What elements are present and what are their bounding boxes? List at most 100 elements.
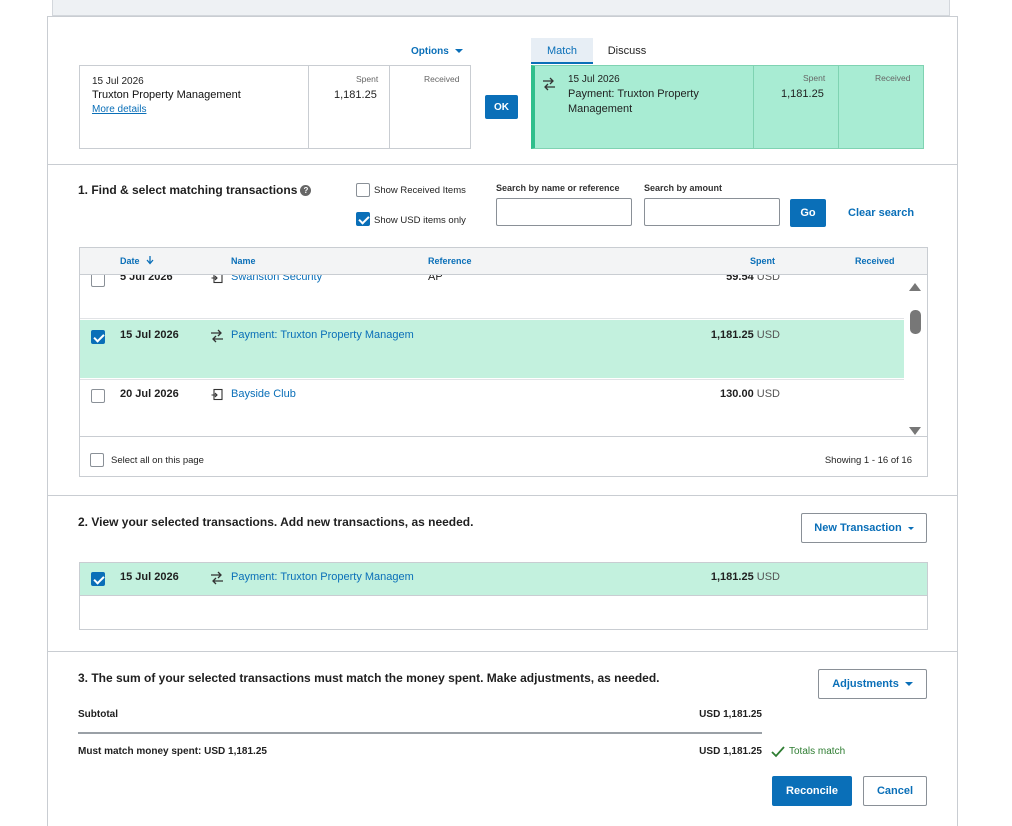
subtotal-value: USD 1,181.25 — [699, 709, 762, 720]
clear-search-link[interactable]: Clear search — [848, 207, 914, 219]
subtotal-rule — [78, 732, 762, 734]
matched-transaction-card: 15 Jul 2026 Payment: Truxton Property Ma… — [531, 65, 924, 149]
row-currency: USD — [756, 571, 780, 583]
row-name[interactable]: Swanston Security — [231, 275, 322, 283]
search-amount-input[interactable] — [644, 198, 780, 226]
row-reference: AP — [428, 275, 443, 283]
search-name-input[interactable] — [496, 198, 632, 226]
section3-title: 3. The sum of your selected transactions… — [78, 671, 660, 685]
section2-title: 2. View your selected transactions. Add … — [78, 515, 474, 529]
options-dropdown[interactable]: Options — [411, 46, 463, 57]
table-row[interactable]: 5 Jul 2026 Swanston Security AP 59.54 US… — [80, 275, 904, 319]
row-date: 15 Jul 2026 — [120, 571, 179, 583]
col-date[interactable]: Date — [120, 256, 154, 266]
top-bar — [52, 0, 950, 16]
spent-value: 1,181.25 — [334, 89, 377, 101]
select-all-label: Select all on this page — [111, 455, 204, 466]
subtotal-label: Subtotal — [78, 709, 118, 720]
pagination-showing: Showing 1 - 16 of 16 — [824, 455, 912, 466]
row-date: 20 Jul 2026 — [120, 388, 179, 400]
show-usd-label: Show USD items only — [374, 215, 466, 226]
checkmark-icon — [771, 746, 785, 758]
section-divider — [48, 495, 957, 496]
table-row-selected[interactable]: 15 Jul 2026 Payment: Truxton Property Ma… — [80, 320, 904, 378]
row-spent: 1,181.25 USD — [680, 571, 780, 583]
row-spent-value: 1,181.25 — [710, 571, 754, 583]
show-usd-checkbox[interactable] — [356, 212, 370, 226]
spend-money-icon — [211, 388, 223, 401]
col-name[interactable]: Name — [231, 256, 256, 266]
scroll-up-icon[interactable] — [908, 282, 922, 292]
tab-match-label: Match — [547, 45, 577, 57]
matched-date: 15 Jul 2026 — [568, 74, 620, 85]
scroll-down-icon[interactable] — [908, 426, 922, 436]
selected-transactions-table: 15 Jul 2026 Payment: Truxton Property Ma… — [79, 562, 928, 630]
statement-payee: Truxton Property Management — [92, 89, 241, 101]
must-match-value: USD 1,181.25 — [699, 746, 762, 757]
row-spent-value: 130.00 — [720, 388, 754, 400]
chevron-down-icon — [904, 682, 913, 686]
reconcile-button[interactable]: Reconcile — [772, 776, 852, 806]
row-currency: USD — [756, 275, 780, 283]
row-checkbox[interactable] — [91, 330, 105, 344]
matched-spent-label: Spent — [803, 73, 826, 83]
col-date-label: Date — [120, 256, 140, 266]
scroll-thumb[interactable] — [910, 310, 921, 334]
spend-money-icon — [211, 275, 223, 284]
transfer-icon — [211, 571, 223, 585]
search-name-label: Search by name or reference — [496, 183, 620, 193]
totals-match-status: Totals match — [789, 746, 846, 757]
table-row[interactable]: 20 Jul 2026 Bayside Club 130.00 USD — [80, 379, 904, 436]
divider — [753, 66, 754, 148]
new-transaction-label: New Transaction — [814, 522, 902, 534]
row-date: 15 Jul 2026 — [120, 329, 179, 341]
row-spent: 130.00 USD — [680, 388, 780, 400]
scrollbar[interactable] — [904, 275, 927, 436]
show-received-label: Show Received Items — [374, 185, 466, 196]
spent-label: Spent — [356, 74, 379, 84]
adjustments-button[interactable]: Adjustments — [818, 669, 927, 699]
adjustments-label: Adjustments — [832, 678, 899, 690]
statement-line-card: 15 Jul 2026 Truxton Property Management … — [79, 65, 471, 149]
tab-discuss-label: Discuss — [607, 45, 647, 57]
row-name[interactable]: Payment: Truxton Property Managem — [231, 571, 421, 583]
col-spent[interactable]: Spent — [750, 256, 775, 266]
sort-down-icon — [146, 256, 154, 265]
transactions-table: Date Name Reference Spent Received 5 Jul… — [79, 247, 928, 477]
matched-spent-value: 1,181.25 — [781, 88, 824, 100]
col-received[interactable]: Received — [855, 256, 895, 266]
reconcile-panel: Options 15 Jul 2026 Truxton Property Man… — [47, 16, 958, 826]
row-checkbox[interactable] — [91, 275, 105, 287]
show-received-checkbox[interactable] — [356, 183, 370, 197]
divider — [389, 66, 390, 148]
table-body: 5 Jul 2026 Swanston Security AP 59.54 US… — [80, 275, 927, 437]
row-currency: USD — [756, 388, 780, 400]
must-match-label: Must match money spent: USD 1,181.25 — [78, 746, 267, 757]
received-label: Received — [424, 74, 460, 84]
chevron-down-icon — [907, 526, 914, 530]
row-checkbox[interactable] — [91, 389, 105, 403]
divider — [308, 66, 309, 148]
tab-discuss[interactable]: Discuss — [596, 38, 658, 64]
matched-received-label: Received — [875, 73, 911, 83]
selected-row[interactable]: 15 Jul 2026 Payment: Truxton Property Ma… — [80, 563, 927, 596]
row-spent-value: 59.54 — [726, 275, 754, 283]
matched-title-line2: Management — [568, 103, 633, 115]
search-amount-label: Search by amount — [644, 183, 723, 193]
transfer-icon — [543, 77, 555, 91]
row-checkbox[interactable] — [91, 572, 105, 586]
row-name[interactable]: Payment: Truxton Property Managem — [231, 329, 421, 341]
tab-match[interactable]: Match — [531, 38, 593, 64]
help-icon[interactable]: ? — [300, 185, 312, 196]
ok-button[interactable]: OK — [485, 95, 518, 119]
select-all-checkbox[interactable] — [90, 453, 104, 467]
col-reference[interactable]: Reference — [428, 256, 472, 266]
go-button[interactable]: Go — [790, 199, 826, 227]
row-date: 5 Jul 2026 — [120, 275, 173, 283]
section-divider — [48, 651, 957, 652]
matched-title: Payment: Truxton Property — [568, 88, 699, 100]
new-transaction-button[interactable]: New Transaction — [801, 513, 927, 543]
more-details-link[interactable]: More details — [92, 104, 146, 115]
cancel-button[interactable]: Cancel — [863, 776, 927, 806]
row-name[interactable]: Bayside Club — [231, 388, 296, 400]
